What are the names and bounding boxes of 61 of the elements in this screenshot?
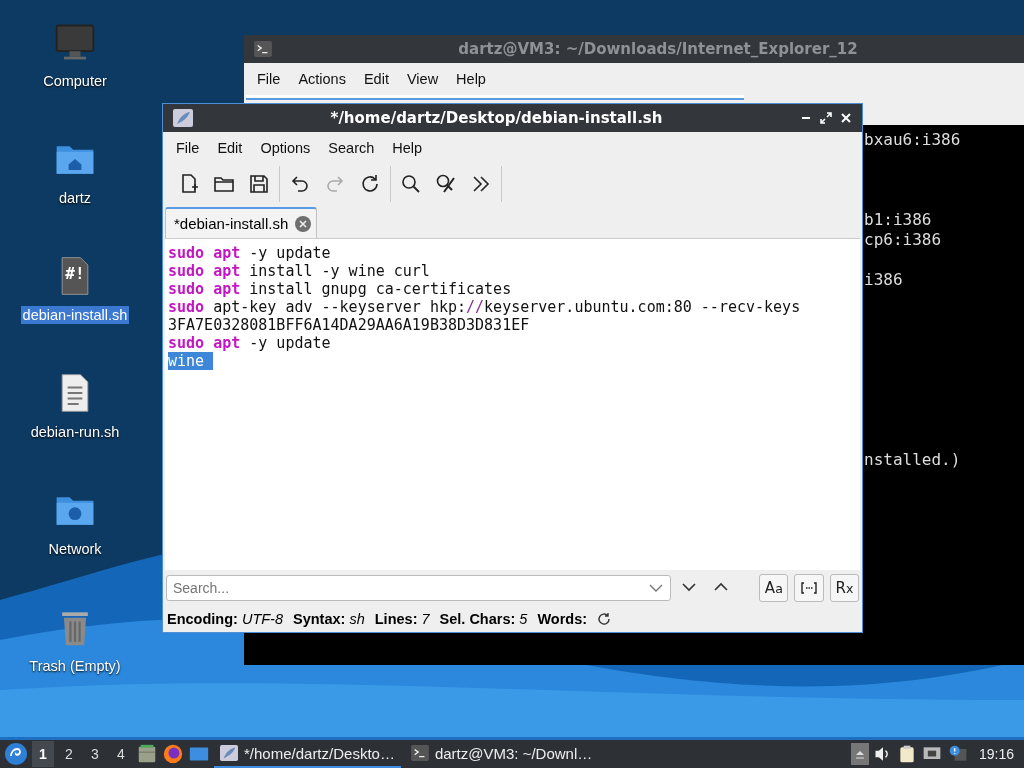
- refresh-icon: [597, 612, 612, 626]
- status-item: Words:: [537, 611, 588, 627]
- start-menu-icon: [4, 742, 28, 766]
- terminal-line: cp6:i386: [864, 230, 942, 250]
- text-editor[interactable]: [165, 238, 860, 570]
- clock: 19:16: [977, 746, 1015, 762]
- terminal-line: bxau6:i386: [864, 130, 961, 150]
- file-tab[interactable]: *debian-install.sh: [165, 207, 318, 238]
- terminal-line: nstalled.): [864, 450, 961, 470]
- status-item: Syntax: sh: [293, 611, 365, 627]
- menu-item[interactable]: View: [397, 71, 448, 87]
- feather-icon: [173, 109, 193, 127]
- menu-item[interactable]: Actions: [289, 71, 355, 87]
- code-line: sudo apt install gnupg ca-certificates: [168, 280, 513, 298]
- menu-item[interactable]: Edit: [354, 71, 398, 87]
- whole-word-button[interactable]: [794, 574, 824, 602]
- desktop-icon-label[interactable]: Computer: [41, 72, 109, 90]
- task-button[interactable]: */home/dartz/Deskto…: [214, 740, 401, 768]
- feather-icon: [220, 744, 238, 762]
- dropdown-caret-icon: [648, 583, 663, 593]
- menu-item[interactable]: Edit: [208, 140, 252, 156]
- menu-item[interactable]: Help: [447, 71, 495, 87]
- code-line: 3FA7E0328081BFF6A14DA29AA6A19B38D3D831EF: [168, 316, 531, 334]
- terminal-icon: [254, 41, 272, 57]
- desktop-icon-label[interactable]: Trash (Empty): [27, 657, 123, 675]
- file-glyph: #!: [64, 264, 86, 283]
- menu-item[interactable]: Help: [383, 140, 432, 156]
- firefox-icon: [162, 743, 184, 765]
- close-icon: [840, 112, 852, 124]
- status-item: Encoding: UTF-8: [167, 611, 283, 627]
- menu-item[interactable]: Search: [319, 140, 384, 156]
- code-line: sudo apt -y update: [168, 244, 332, 262]
- window-title: */home/dartz/Desktop/debian-install.sh: [329, 109, 664, 127]
- desktop-icon-label[interactable]: debian-install.sh: [20, 306, 130, 324]
- terminal-icon: [410, 745, 429, 761]
- window-title: dartz@VM3: ~/Downloads/Internet_Explorer_12: [457, 40, 859, 58]
- tab-close-icon: [294, 214, 313, 233]
- brackets-icon: [800, 581, 819, 595]
- terminal-line: b1:i386: [864, 210, 932, 230]
- task-button[interactable]: dartz@VM3: ~/Downl…: [404, 740, 599, 768]
- menu-item[interactable]: Options: [251, 140, 320, 156]
- terminal-line: i386: [864, 270, 903, 290]
- workspace-button[interactable]: 4: [110, 741, 132, 767]
- menu-item[interactable]: File: [248, 71, 290, 87]
- code-line: sudo apt -y update: [168, 334, 332, 352]
- status-item: Lines: 7: [374, 611, 430, 627]
- code-line: wine: [168, 352, 857, 370]
- code-line: sudo apt-key adv --keyserver hkp://keyserver.ubuntu.com:80 --recv-keys: [168, 298, 802, 316]
- menu-item[interactable]: File: [167, 140, 209, 156]
- desktop-icon-label[interactable]: dartz: [56, 189, 94, 207]
- save-icon: [247, 172, 271, 196]
- search-field[interactable]: Search...: [166, 575, 671, 601]
- desktop-icon-label[interactable]: Network: [46, 540, 104, 558]
- maximize-icon: [820, 112, 832, 124]
- code-line: sudo apt install -y wine curl: [168, 262, 431, 280]
- desktop-icon-label[interactable]: debian-run.sh: [28, 423, 122, 441]
- workspace-button[interactable]: 1: [32, 741, 54, 767]
- workspace-button[interactable]: 2: [58, 741, 80, 767]
- workspace-button[interactable]: 3: [84, 741, 106, 767]
- file-cabinet-icon: [136, 743, 158, 765]
- status-item: Sel. Chars: 5: [439, 611, 528, 627]
